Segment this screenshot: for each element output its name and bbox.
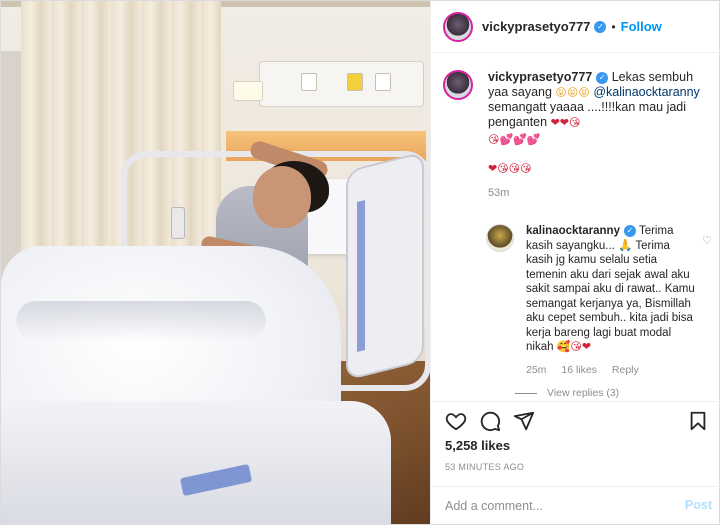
caption-emoji: ❤❤😘	[550, 116, 581, 129]
caption-emoji: 😝😝😝	[555, 86, 590, 99]
comment-input[interactable]	[445, 497, 665, 515]
post-comment-button[interactable]: Post	[685, 498, 712, 512]
post-header: vickyprasetyo777 ✓ • Follow	[431, 1, 720, 53]
caption-time[interactable]: 53m	[488, 186, 713, 201]
comments-list[interactable]: vickyprasetyo777 ✓ Lekas sembuh yaa sayan…	[431, 54, 720, 401]
post-side-panel: vickyprasetyo777 ✓ • Follow vickyprasety…	[430, 1, 720, 524]
comment-item: kalinaocktaranny ✓ Terima kasih sayangku.…	[486, 224, 716, 377]
photo-lamp	[233, 81, 263, 101]
comment-time[interactable]: 25m	[526, 364, 546, 376]
share-icon[interactable]	[513, 410, 535, 432]
heart-icon[interactable]	[445, 410, 467, 432]
follow-button[interactable]: Follow	[621, 19, 662, 34]
caption-username[interactable]: vickyprasetyo777	[488, 70, 592, 84]
photo-bed-foot	[1, 401, 391, 524]
view-replies-button[interactable]: View replies (3)	[515, 387, 619, 399]
comment-like-heart-icon[interactable]: ♡	[702, 234, 712, 247]
photo-outlet	[301, 73, 317, 91]
caption-emoji: 😘💕💕💕	[488, 133, 541, 146]
post-photo[interactable]	[1, 1, 430, 524]
action-bar	[431, 401, 720, 441]
add-comment-bar: Post	[431, 486, 720, 524]
avatar[interactable]	[443, 11, 473, 42]
likes-count[interactable]: 5,258 likes	[445, 438, 510, 453]
bookmark-icon[interactable]	[687, 410, 709, 432]
verified-badge-icon: ✓	[594, 20, 607, 33]
caption-body: vickyprasetyo777 ✓ Lekas sembuh yaa sayan…	[488, 70, 713, 201]
photo-blanket-fold	[16, 301, 266, 341]
view-replies-line	[515, 392, 537, 394]
instagram-post: vickyprasetyo777 ✓ • Follow vickyprasety…	[0, 0, 720, 525]
caption-emoji: ❤😘😘😘	[488, 162, 532, 175]
photo-patient-face	[253, 166, 311, 228]
verified-badge-icon: ✓	[623, 225, 636, 238]
caption-mention-link[interactable]: @kalinaocktaranny	[593, 85, 700, 99]
photo-bed-rail-accent	[357, 200, 365, 352]
comment-icon[interactable]	[479, 410, 501, 432]
caption: vickyprasetyo777 ✓ Lekas sembuh yaa sayan…	[443, 70, 718, 201]
comment-meta: 25m 16 likes Reply	[526, 363, 696, 378]
header-separator: •	[611, 19, 616, 34]
post-timestamp[interactable]: 53 MINUTES AGO	[445, 462, 524, 472]
photo-bed-remote	[171, 207, 185, 239]
comment-avatar[interactable]	[486, 224, 514, 252]
comment-emoji: 🥰😘❤	[556, 340, 592, 353]
caption-avatar[interactable]	[443, 70, 473, 100]
verified-badge-icon: ✓	[596, 71, 609, 84]
view-replies-label: View replies (3)	[547, 387, 620, 399]
comment-text: Terima kasih sayangku... 🙏 Terima kasih …	[526, 225, 695, 353]
comment-likes[interactable]: 16 likes	[561, 364, 597, 376]
header-username[interactable]: vickyprasetyo777	[482, 19, 590, 34]
caption-text: semangatt yaaaa ....!!!!kan mau jadi pen…	[488, 100, 687, 129]
photo-outlet	[375, 73, 391, 91]
photo-outlet-yellow	[347, 73, 363, 91]
comment-username[interactable]: kalinaocktaranny	[526, 225, 620, 237]
photo-wall-panel	[259, 61, 424, 107]
reply-button[interactable]: Reply	[612, 364, 639, 376]
comment-body: kalinaocktaranny ✓ Terima kasih sayangku.…	[526, 224, 696, 377]
